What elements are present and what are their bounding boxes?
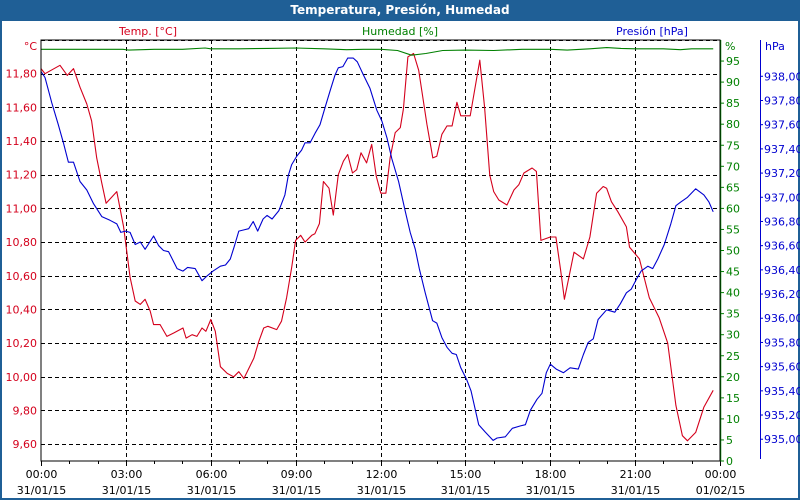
temp-unit-label: °C [24,40,38,53]
temp-tick-label: 9,80 [13,404,38,417]
pressure-tick-label: 936,00 [764,312,800,325]
humidity-tick-label: 5 [726,434,733,447]
temp-tick-label: 10,00 [6,371,38,384]
x-tick-time: 18:00 [535,468,567,481]
humidity-unit-label: % [725,40,735,53]
humidity-tick-label: 25 [726,350,740,363]
pressure-tick-label: 937,60 [764,119,800,132]
plot-frame [41,40,720,461]
x-tick-date: 31/01/15 [441,484,490,497]
pressure-tick-label: 936,20 [764,288,800,301]
humidity-tick-label: 10 [726,413,740,426]
humidity-tick-label: 0 [726,455,733,468]
x-tick-date: 31/01/15 [102,484,151,497]
temp-tick-label: 10,60 [6,270,38,283]
humidity-tick-label: 55 [726,223,740,236]
pressure-tick-label: 937,80 [764,94,800,107]
x-tick-date: 31/01/15 [357,484,406,497]
x-tick-date: 31/01/15 [526,484,575,497]
temp-tick-label: 11,60 [6,101,38,114]
pressure-tick-label: 937,40 [764,143,800,156]
humidity-tick-label: 15 [726,392,740,405]
x-tick-time: 03:00 [111,468,143,481]
humidity-tick-label: 65 [726,181,740,194]
humidity-tick-label: 30 [726,329,740,342]
temp-tick-label: 11,40 [6,135,38,148]
chart-window: Temperatura, Presión, Humedad Temp. [°C]… [0,0,800,500]
x-tick-time: 21:00 [620,468,652,481]
pressure-tick-label: 936,60 [764,240,800,253]
temp-tick-label: 10,80 [6,236,38,249]
temp-tick-label: 11,80 [6,68,38,81]
pressure-tick-label: 936,80 [764,215,800,228]
humidity-line [41,48,713,56]
humidity-tick-label: 80 [726,118,740,131]
humidity-tick-label: 75 [726,139,740,152]
humidity-tick-label: 70 [726,160,740,173]
pressure-tick-label: 935,00 [764,433,800,446]
humidity-tick-label: 85 [726,97,740,110]
pressure-tick-label: 937,00 [764,191,800,204]
temp-tick-label: 9,60 [13,438,38,451]
x-tick-date: 31/01/15 [17,484,66,497]
pressure-tick-label: 938,00 [764,70,800,83]
pressure-tick-label: 935,60 [764,361,800,374]
legend-pressure: Presión [hPa] [616,25,688,38]
humidity-tick-label: 40 [726,287,740,300]
x-tick-time: 12:00 [366,468,398,481]
x-tick-time: 09:00 [281,468,313,481]
series-layer [41,48,713,441]
grid [41,40,720,461]
humidity-tick-label: 90 [726,76,740,89]
humidity-tick-label: 50 [726,245,740,258]
pressure-line [41,58,713,440]
x-tick-time: 15:00 [450,468,482,481]
x-tick-time: 00:00 [705,468,737,481]
pressure-tick-label: 935,20 [764,409,800,422]
humidity-tick-label: 35 [726,308,740,321]
temp-tick-label: 10,20 [6,337,38,350]
pressure-tick-label: 935,40 [764,385,800,398]
humidity-tick-label: 95 [726,55,740,68]
window-border [1,20,799,499]
temp-tick-label: 10,40 [6,303,38,316]
x-tick-date: 01/02/15 [696,484,745,497]
legend-humidity: Humedad [%] [362,25,438,38]
pressure-tick-label: 935,80 [764,336,800,349]
x-tick-time: 00:00 [26,468,58,481]
x-tick-date: 31/01/15 [272,484,321,497]
pressure-tick-label: 936,40 [764,264,800,277]
humidity-tick-label: 20 [726,371,740,384]
humidity-tick-label: 60 [726,202,740,215]
pressure-unit-label: hPa [765,40,785,53]
x-tick-date: 31/01/15 [187,484,236,497]
temp-tick-label: 11,00 [6,202,38,215]
chart-title: Temperatura, Presión, Humedad [290,3,509,17]
x-tick-time: 06:00 [196,468,228,481]
temp-tick-label: 11,20 [6,169,38,182]
pressure-tick-label: 937,20 [764,167,800,180]
humidity-tick-label: 45 [726,266,740,279]
x-tick-date: 31/01/15 [611,484,660,497]
legend-temp: Temp. [°C] [118,25,177,38]
